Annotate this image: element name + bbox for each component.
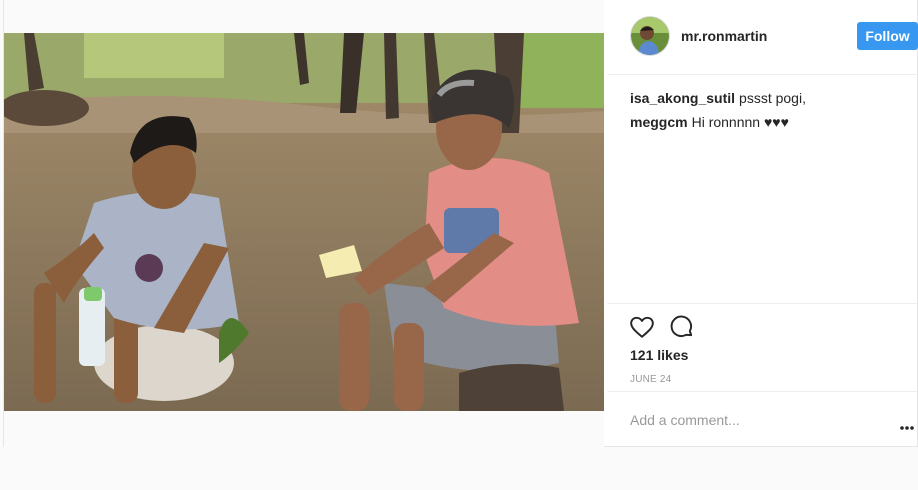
comment-list: isa_akong_sutil pssst pogi, meggcm Hi ronn… [630, 89, 910, 137]
comment-author[interactable]: meggcm [630, 114, 688, 130]
post-date[interactable]: JUNE 24 [630, 374, 671, 385]
more-options-icon[interactable] [899, 418, 915, 430]
post-username[interactable]: mr.ronmartin [681, 28, 767, 44]
comment-text: Hi ronnnnn ♥♥♥ [691, 114, 789, 130]
comment-author[interactable]: isa_akong_sutil [630, 90, 735, 106]
add-comment-input[interactable] [630, 409, 870, 431]
comment-item: isa_akong_sutil pssst pogi, [630, 89, 910, 107]
like-count[interactable]: 121 likes [630, 347, 688, 363]
post-header: mr.ronmartin Follow [607, 0, 918, 75]
photo-container [4, 0, 604, 447]
follow-button[interactable]: Follow [857, 22, 918, 50]
comment-text: pssst pogi, [739, 90, 806, 106]
comment-item: meggcm Hi ronnnnn ♥♥♥ [630, 113, 910, 131]
post-sidebar: mr.ronmartin Follow isa_akong_sutil pssst… [607, 0, 918, 447]
avatar[interactable] [630, 16, 670, 56]
post-card: mr.ronmartin Follow isa_akong_sutil pssst… [3, 0, 918, 447]
heart-icon[interactable] [629, 314, 655, 340]
actions-divider [607, 303, 917, 304]
post-photo[interactable] [4, 33, 604, 411]
comment-divider [607, 391, 917, 392]
comment-icon[interactable] [669, 314, 695, 340]
